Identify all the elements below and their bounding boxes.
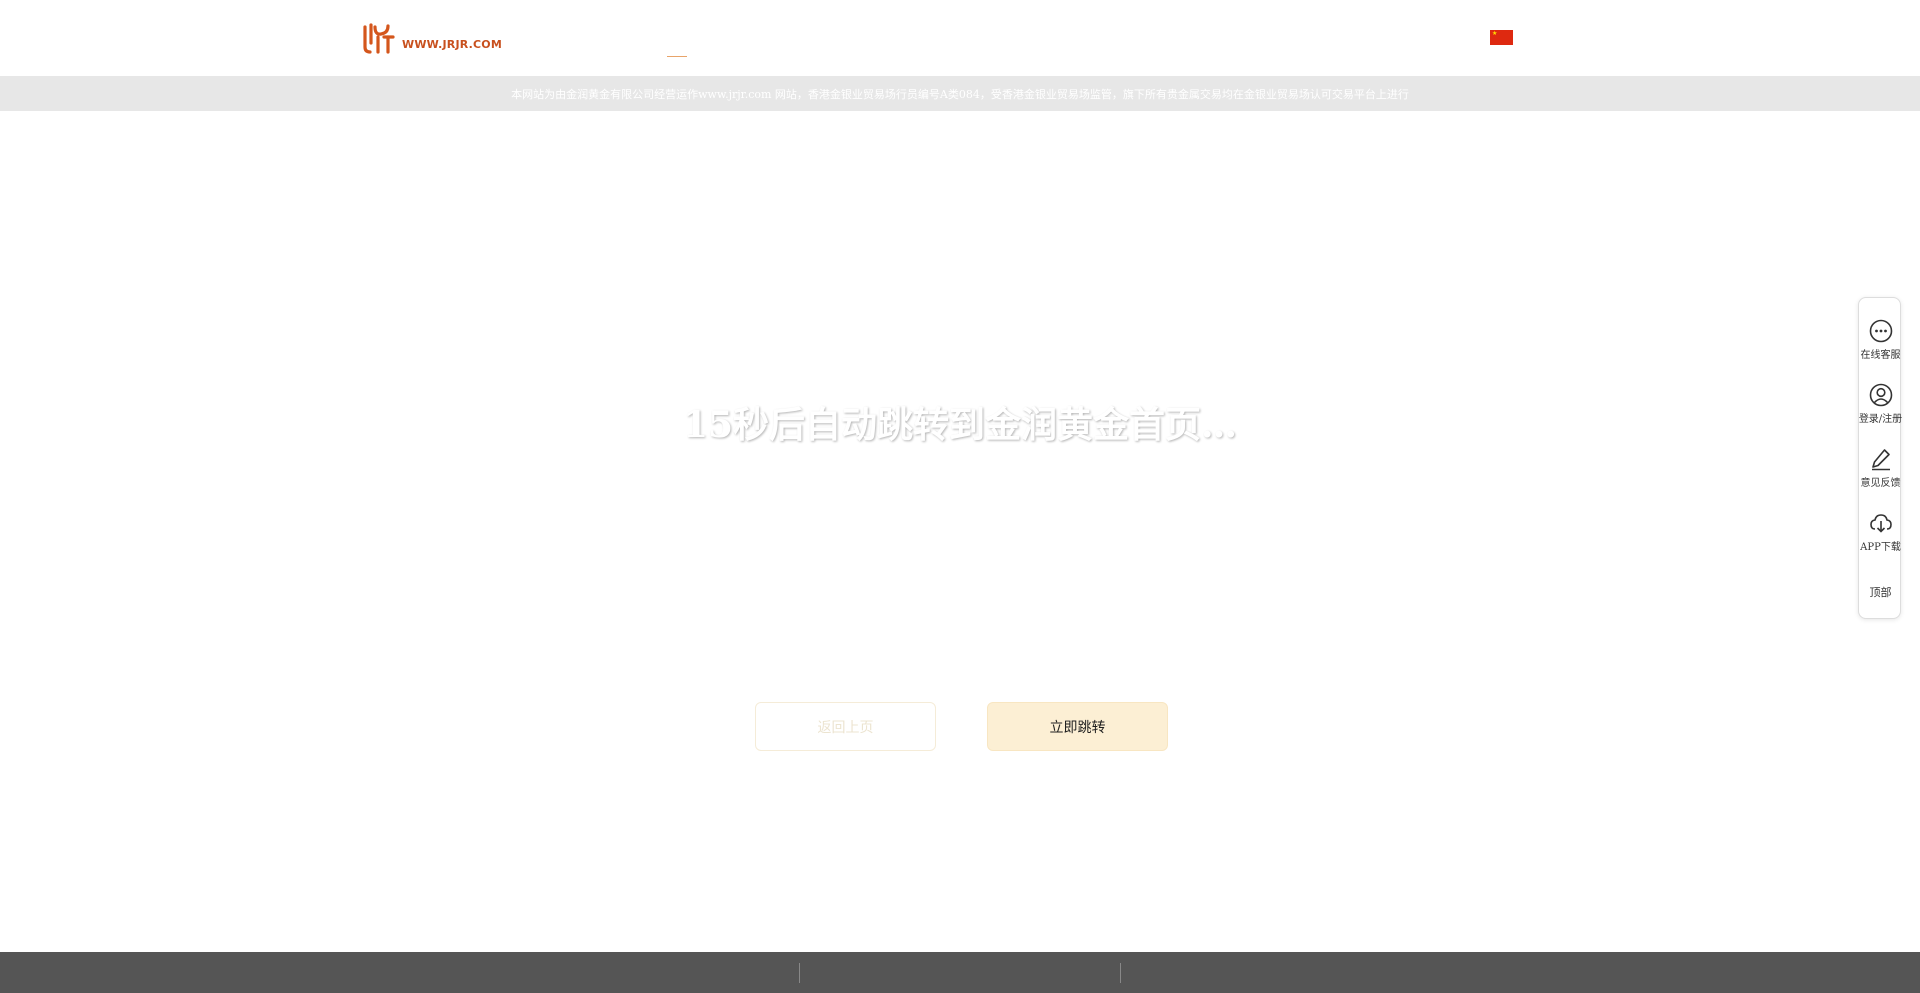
sidebar-item-label: APP下载: [1860, 542, 1901, 553]
download-icon: [1869, 514, 1892, 533]
site-logo[interactable]: WWW.JRJR.COM: [362, 20, 502, 56]
sidebar-item-app-download[interactable]: APP下载: [1859, 510, 1902, 553]
china-flag-icon[interactable]: ★: [1490, 30, 1513, 45]
redirect-now-button[interactable]: 立即跳转: [987, 702, 1168, 751]
page-title: 15秒后自动跳转到金润黄金首页…: [682, 404, 1238, 446]
jrjr-logo-icon: [363, 23, 395, 54]
notice-text: 本网站为由金润黄金有限公司经营运作www.jrjr.com 网站，香港金银业贸易…: [511, 87, 1409, 101]
floating-sidebar: 在线客服 登录/注册 意见反馈 APP下载 顶部: [1858, 297, 1902, 619]
footer-divider: [1120, 963, 1121, 983]
logo-text: WWW.JRJR.COM: [402, 37, 502, 51]
edit-icon: [1871, 449, 1890, 471]
footer: [0, 952, 1920, 993]
active-nav-indicator: [667, 56, 687, 57]
sidebar-item-label: 在线客服: [1860, 350, 1901, 361]
sidebar-item-login[interactable]: 登录/注册: [1859, 382, 1902, 425]
sidebar-item-label: 登录/注册: [1858, 414, 1903, 425]
header: WWW.JRJR.COM ★: [0, 0, 1920, 76]
footer-divider: [799, 963, 800, 983]
chat-icon: [1869, 319, 1892, 343]
sidebar-item-feedback[interactable]: 意见反馈: [1859, 446, 1902, 489]
user-icon: [1869, 383, 1892, 407]
sidebar-item-label: 意见反馈: [1860, 478, 1901, 489]
flag-star-icon: ★: [1492, 30, 1498, 37]
back-to-top-button[interactable]: 顶部: [1859, 584, 1902, 600]
back-button[interactable]: 返回上页: [755, 702, 936, 751]
notice-bar: 本网站为由金润黄金有限公司经营运作www.jrjr.com 网站，香港金银业贸易…: [0, 76, 1920, 111]
sidebar-item-online-service[interactable]: 在线客服: [1859, 318, 1902, 361]
